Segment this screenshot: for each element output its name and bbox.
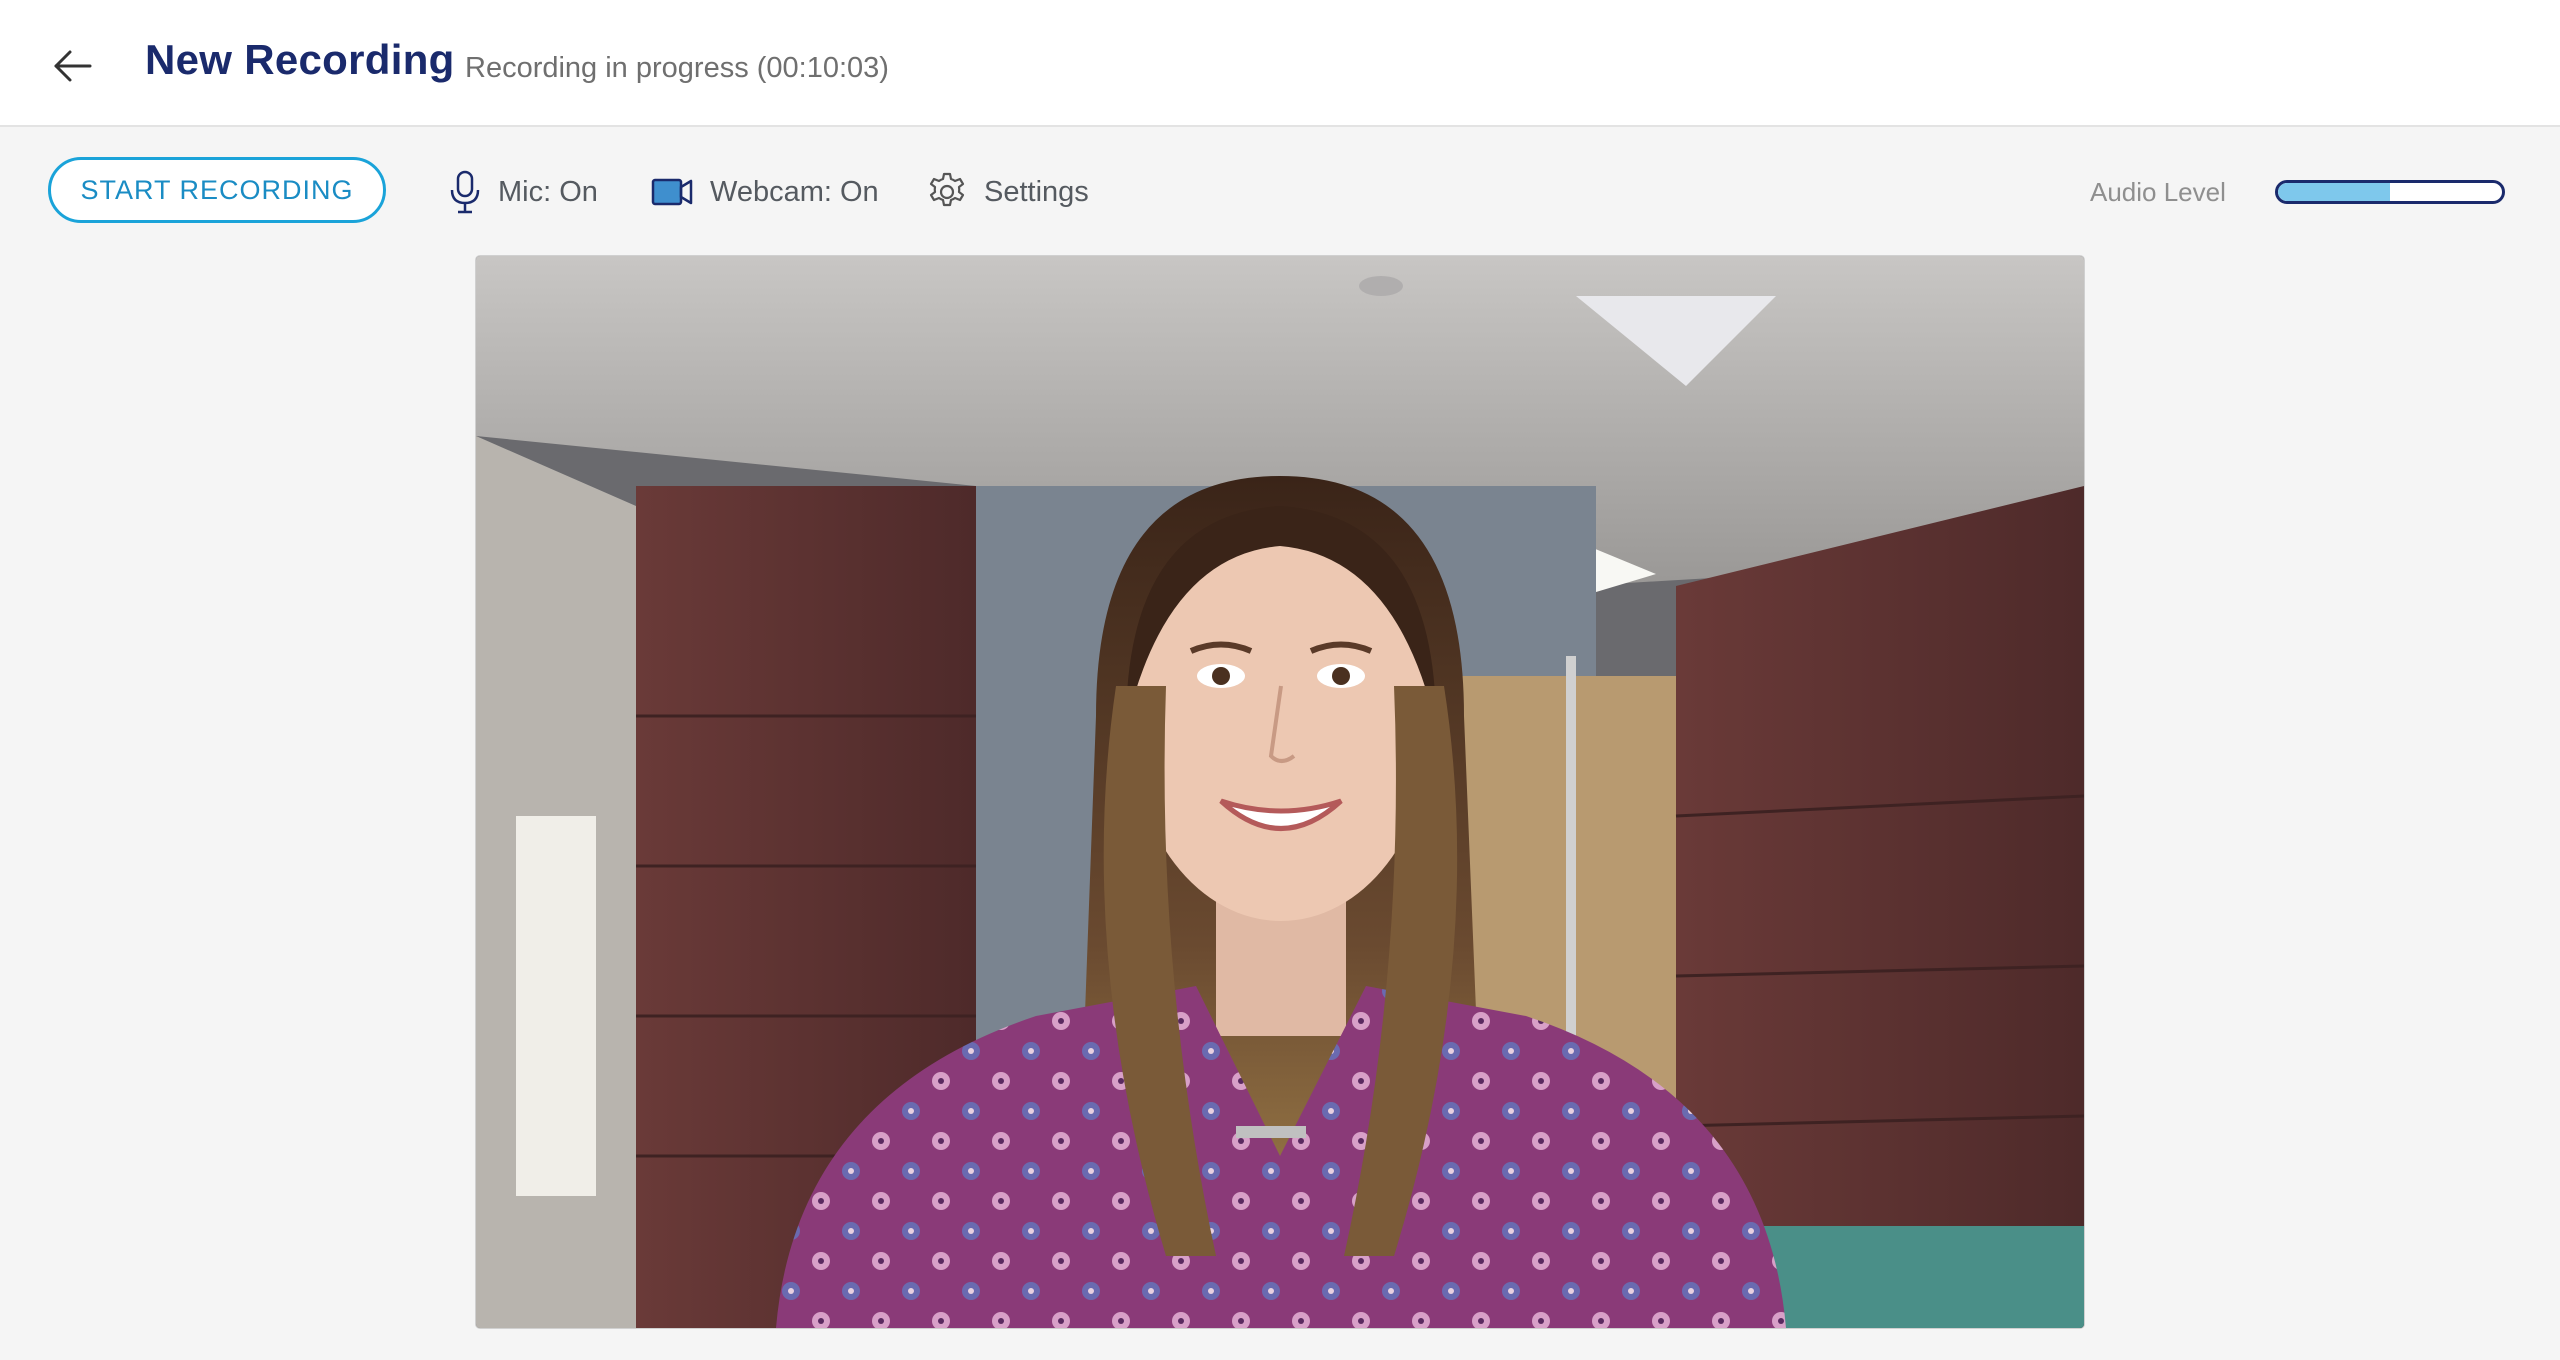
video-camera-icon [651, 178, 693, 206]
page-title: New Recording [145, 36, 455, 83]
microphone-icon [450, 170, 480, 214]
audio-level-label: Audio Level [2090, 177, 2226, 207]
webcam-video-frame [476, 256, 2084, 1328]
gear-icon [929, 172, 965, 207]
audio-level-fill [2278, 183, 2390, 201]
recording-toolbar: START RECORDING Mic: On Webcam: On Setti… [0, 127, 2560, 257]
start-recording-button[interactable]: START RECORDING [48, 157, 386, 223]
back-button[interactable] [46, 40, 98, 92]
mic-label: Mic: On [498, 175, 598, 208]
header-bar: New Recording Recording in progress (00:… [0, 0, 2560, 127]
arrow-left-icon [54, 50, 92, 82]
settings-label: Settings [984, 175, 1089, 208]
webcam-preview [476, 256, 2084, 1328]
webcam-toggle[interactable]: Webcam: On [650, 167, 879, 217]
settings-button[interactable]: Settings [926, 167, 1089, 217]
recording-status: Recording in progress (00:10:03) [465, 52, 889, 84]
audio-level-meter [2275, 180, 2505, 204]
mic-toggle[interactable]: Mic: On [448, 167, 598, 217]
webcam-label: Webcam: On [710, 175, 879, 208]
